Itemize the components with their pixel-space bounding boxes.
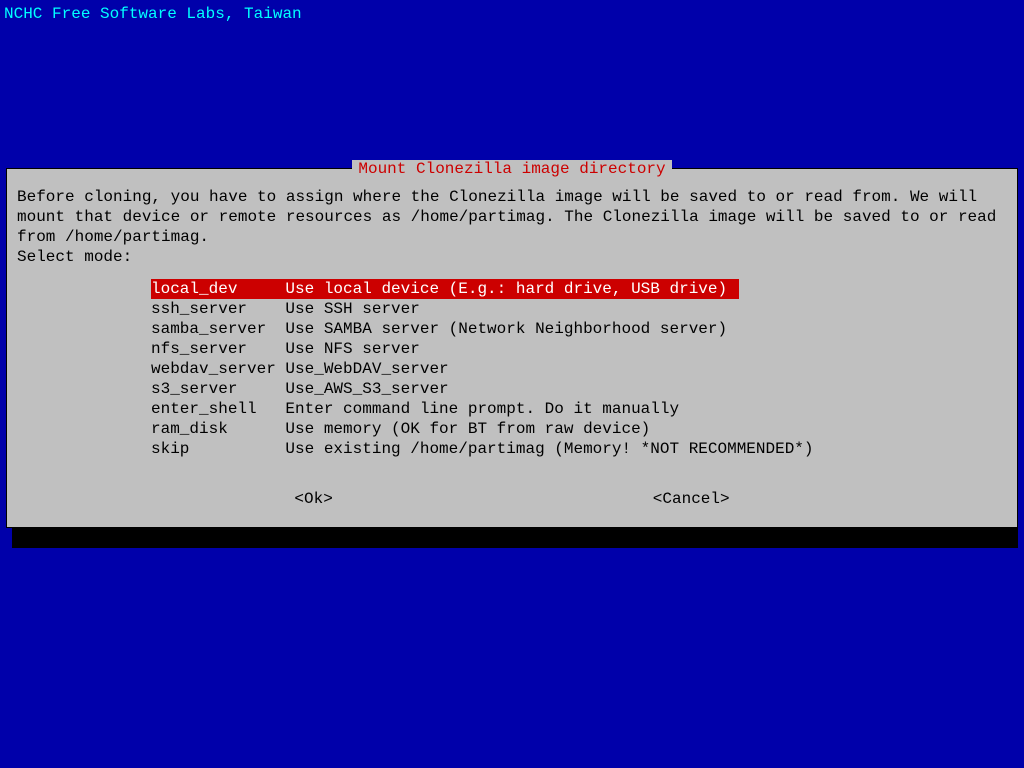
menu-item-desc: Use memory (OK for BT from raw device) bbox=[285, 420, 650, 438]
menu-item-webdav_server[interactable]: webdav_serverUse_WebDAV_server bbox=[151, 359, 1007, 379]
menu-item-key: ram_disk bbox=[151, 419, 285, 439]
dialog-title: Mount Clonezilla image directory bbox=[352, 160, 671, 178]
menu-item-key: webdav_server bbox=[151, 359, 285, 379]
menu-item-key: samba_server bbox=[151, 319, 285, 339]
menu-item-desc: Use existing /home/partimag (Memory! *NO… bbox=[285, 440, 813, 458]
menu-item-key: s3_server bbox=[151, 379, 285, 399]
dialog-shadow bbox=[12, 528, 1018, 548]
menu-item-skip[interactable]: skipUse existing /home/partimag (Memory!… bbox=[151, 439, 1007, 459]
menu-item-desc: Use_WebDAV_server bbox=[285, 360, 448, 378]
dialog-instructions: Before cloning, you have to assign where… bbox=[17, 187, 1007, 267]
menu-item-enter_shell[interactable]: enter_shellEnter command line prompt. Do… bbox=[151, 399, 1007, 419]
mount-dialog: Mount Clonezilla image directory Before … bbox=[6, 168, 1018, 528]
menu-item-desc: Use SAMBA server (Network Neighborhood s… bbox=[285, 320, 727, 338]
menu-item-key: ssh_server bbox=[151, 299, 285, 319]
dialog-shadow-wrap: Mount Clonezilla image directory Before … bbox=[6, 168, 1018, 528]
menu-item-nfs_server[interactable]: nfs_serverUse NFS server bbox=[151, 339, 1007, 359]
mode-menu[interactable]: local_devUse local device (E.g.: hard dr… bbox=[151, 279, 1007, 459]
menu-item-desc: Use_AWS_S3_server bbox=[285, 380, 448, 398]
cancel-button[interactable]: <Cancel> bbox=[653, 489, 730, 509]
menu-item-samba_server[interactable]: samba_serverUse SAMBA server (Network Ne… bbox=[151, 319, 1007, 339]
menu-item-desc: Use SSH server bbox=[285, 300, 419, 318]
menu-item-desc: Use local device (E.g.: hard drive, USB … bbox=[285, 280, 727, 298]
menu-item-key: enter_shell bbox=[151, 399, 285, 419]
menu-item-desc: Use NFS server bbox=[285, 340, 419, 358]
ok-button[interactable]: <Ok> bbox=[294, 489, 332, 509]
menu-item-desc: Enter command line prompt. Do it manuall… bbox=[285, 400, 679, 418]
menu-item-key: local_dev bbox=[151, 279, 285, 299]
menu-item-ram_disk[interactable]: ram_diskUse memory (OK for BT from raw d… bbox=[151, 419, 1007, 439]
page-header: NCHC Free Software Labs, Taiwan bbox=[0, 0, 1024, 24]
menu-item-ssh_server[interactable]: ssh_serverUse SSH server bbox=[151, 299, 1007, 319]
menu-item-local_dev[interactable]: local_devUse local device (E.g.: hard dr… bbox=[151, 279, 1007, 299]
menu-item-s3_server[interactable]: s3_serverUse_AWS_S3_server bbox=[151, 379, 1007, 399]
menu-item-key: nfs_server bbox=[151, 339, 285, 359]
menu-item-key: skip bbox=[151, 439, 285, 459]
